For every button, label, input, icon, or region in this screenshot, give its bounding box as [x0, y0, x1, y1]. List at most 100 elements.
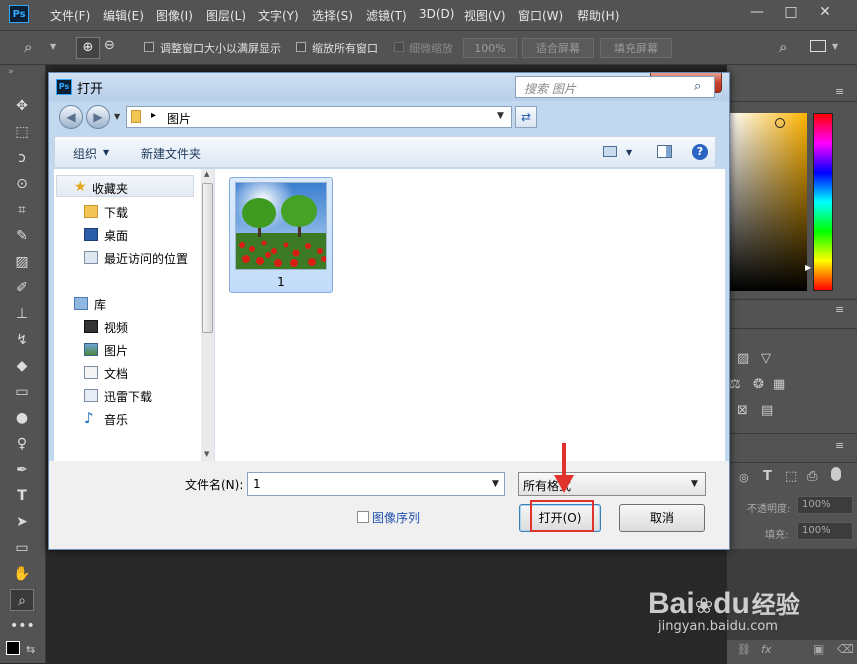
image-sequence-checkbox[interactable]	[357, 511, 369, 523]
zoom-all-windows-checkbox[interactable]	[296, 42, 306, 52]
brush-tool-icon[interactable]: ✐	[10, 277, 34, 299]
menu-view[interactable]: 视图(V)	[464, 7, 506, 24]
grid-adjust-icon[interactable]: ▦	[773, 377, 785, 392]
smart-filter-icon[interactable]: ⎙	[807, 469, 817, 484]
recent-pages-icon[interactable]: ▼	[114, 112, 120, 121]
fit-screen-button[interactable]: 适合屏幕	[522, 38, 594, 58]
link-layers-icon[interactable]: ⛓	[737, 643, 751, 656]
nav-item-recent-places[interactable]: 最近访问的位置	[54, 247, 212, 269]
workspace-icon[interactable]	[810, 40, 826, 52]
menu-edit[interactable]: 编辑(E)	[103, 7, 144, 24]
menu-3d[interactable]: 3D(D)	[419, 7, 454, 21]
history-brush-tool-icon[interactable]: ↯	[10, 329, 34, 351]
collapse-icon[interactable]: »	[8, 67, 14, 77]
file-item[interactable]: 1	[229, 177, 333, 293]
shape-filter-icon[interactable]: ⬚	[785, 469, 797, 484]
nav-item-pictures[interactable]: 图片	[54, 339, 212, 361]
rectangle-tool-icon[interactable]: ▭	[10, 537, 34, 559]
type-tool-icon[interactable]: T	[10, 485, 34, 507]
chevron-down-icon[interactable]: ▼	[626, 148, 632, 157]
address-bar[interactable]: ▸ 图片 ▼	[126, 106, 512, 128]
filter-toggle-icon[interactable]	[831, 467, 841, 481]
breadcrumb-current[interactable]: 图片	[167, 110, 191, 127]
chevron-down-icon[interactable]: ▼	[50, 42, 56, 51]
nav-item-thunder-downloads[interactable]: 迅雷下载	[54, 385, 212, 407]
scrubby-zoom-checkbox[interactable]	[394, 42, 404, 52]
organize-menu[interactable]: 组织	[73, 145, 97, 162]
nav-item-music[interactable]: ♪ 音乐	[54, 408, 212, 430]
healing-brush-tool-icon[interactable]: ▨	[10, 251, 34, 273]
nav-scrollbar[interactable]: ▲ ▼	[201, 169, 214, 461]
eyedropper-tool-icon[interactable]: ✎	[10, 225, 34, 247]
hue-slider-handle-icon[interactable]: ▶	[805, 263, 811, 272]
zoom-out-icon[interactable]: ⊖	[104, 38, 115, 53]
zoom-level-field[interactable]: 100%	[463, 38, 517, 58]
dodge-tool-icon[interactable]: ♀	[10, 433, 34, 455]
nav-favorites[interactable]: ★ 收藏夹	[54, 177, 212, 199]
search-input[interactable]: 搜索 图片 ⌕	[515, 76, 715, 98]
threshold-adjust-icon[interactable]: ⊠	[737, 403, 748, 418]
hue-slider[interactable]	[813, 113, 833, 291]
color-picker-field[interactable]	[729, 113, 807, 291]
new-layer-icon[interactable]: ▣	[813, 642, 824, 656]
search-icon[interactable]: ⌕	[694, 79, 701, 94]
layer-fill-field[interactable]: 100%	[797, 522, 853, 540]
swap-colors-icon[interactable]: ⇆	[26, 643, 35, 656]
zoom-tool-icon[interactable]: ⌕	[24, 38, 32, 56]
fill-screen-button[interactable]: 填充屏幕	[600, 38, 672, 58]
cancel-button[interactable]: 取消	[619, 504, 705, 532]
color-picker-cursor[interactable]	[775, 118, 785, 128]
quick-select-tool-icon[interactable]: ⊙	[10, 173, 34, 195]
filename-input[interactable]: 1 ▼	[247, 472, 505, 496]
refresh-icon[interactable]: ⇄	[515, 106, 537, 128]
zoom-in-icon[interactable]: ⊕	[76, 37, 100, 59]
gradient-tool-icon[interactable]: ▭	[10, 381, 34, 403]
fx-icon[interactable]: fx	[761, 643, 771, 656]
resize-windows-checkbox[interactable]	[144, 42, 154, 52]
type-filter-icon[interactable]: T	[763, 469, 772, 484]
move-tool-icon[interactable]: ✥	[10, 95, 34, 117]
menu-layer[interactable]: 图层(L)	[206, 7, 246, 24]
menu-file[interactable]: 文件(F)	[50, 7, 90, 24]
image-sequence-label[interactable]: 图像序列	[372, 509, 420, 526]
menu-select[interactable]: 选择(S)	[312, 7, 353, 24]
chevron-down-icon[interactable]: ▼	[691, 479, 698, 489]
chevron-down-icon[interactable]: ▼	[832, 42, 838, 51]
nav-item-downloads[interactable]: 下载	[54, 201, 212, 223]
scroll-up-icon[interactable]: ▲	[204, 170, 209, 178]
menu-filter[interactable]: 滤镜(T)	[366, 7, 407, 24]
panel-menu-icon[interactable]: ≡	[835, 439, 844, 452]
panel-menu-icon[interactable]: ≡	[835, 303, 844, 316]
menu-help[interactable]: 帮助(H)	[577, 7, 619, 24]
marquee-tool-icon[interactable]: ⬚	[10, 121, 34, 143]
blur-tool-icon[interactable]: ●	[10, 407, 34, 429]
nav-item-desktop[interactable]: 桌面	[54, 224, 212, 246]
more-tools-icon[interactable]: •••	[10, 615, 35, 637]
menu-window[interactable]: 窗口(W)	[518, 7, 563, 24]
chevron-down-icon[interactable]: ▼	[103, 148, 109, 157]
back-button[interactable]: ◀	[59, 105, 83, 129]
scroll-down-icon[interactable]: ▼	[204, 450, 209, 458]
trash-icon[interactable]: ⌫	[837, 642, 854, 656]
panel-menu-icon[interactable]: ≡	[835, 85, 844, 98]
crop-tool-icon[interactable]: ⌗	[10, 199, 34, 221]
lock-pixels-icon[interactable]: ◎	[739, 471, 749, 484]
channel-mixer-icon[interactable]: ❂	[753, 377, 764, 392]
stamp-tool-icon[interactable]: ⊥	[10, 303, 34, 325]
menu-image[interactable]: 图像(I)	[156, 7, 193, 24]
chevron-down-icon[interactable]: ▼	[492, 479, 499, 489]
triangle-adjust-icon[interactable]: ▽	[761, 351, 771, 366]
search-icon[interactable]: ⌕	[779, 38, 787, 56]
close-app-button[interactable]: ✕	[813, 2, 837, 22]
menu-type[interactable]: 文字(Y)	[258, 7, 299, 24]
preview-pane-icon[interactable]	[657, 145, 672, 158]
minimize-button[interactable]: —	[745, 2, 769, 22]
path-select-tool-icon[interactable]: ➤	[10, 511, 34, 533]
gradient-adjust-icon[interactable]: ▨	[737, 351, 749, 366]
help-icon[interactable]: ?	[692, 144, 708, 160]
forward-button[interactable]: ▶	[86, 105, 110, 129]
breadcrumb-separator[interactable]: ▸	[151, 110, 156, 121]
balance-adjust-icon[interactable]: ⚖	[729, 377, 741, 392]
eraser-tool-icon[interactable]: ◆	[10, 355, 34, 377]
hand-tool-icon[interactable]: ✋	[10, 563, 34, 585]
